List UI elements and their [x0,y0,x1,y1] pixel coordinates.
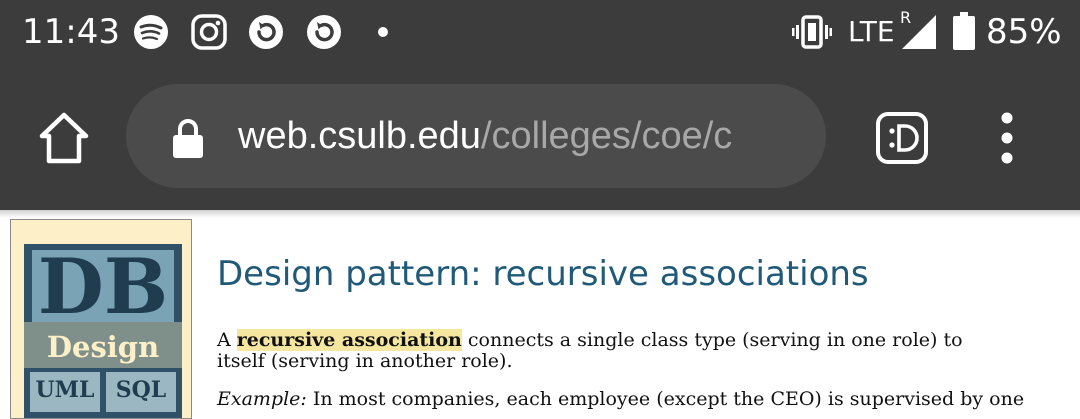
logo-design: Design [47,330,159,364]
logo-sql: SQL [116,377,167,403]
sync-icon [307,15,341,49]
vibrate-icon [792,15,832,49]
signal-icon [902,15,936,49]
url-domain: web.csulb.edu [238,115,481,157]
sync-icon [249,15,283,49]
db-design-logo: DB Design UML SQL [10,219,192,419]
page-title: Design pattern: recursive associations [217,254,869,294]
intro-paragraph: A recursive association connects a singl… [217,329,987,372]
highlighted-term: recursive association [236,329,462,351]
toolbar-shadow [0,210,1080,218]
network-type: LTE [848,15,895,48]
url-text[interactable]: web.csulb.edu/colleges/coe/c [238,110,804,162]
home-icon[interactable] [36,110,92,166]
battery-icon [953,12,975,50]
logo-artwork: DB Design UML SQL [24,242,182,418]
more-vert-icon[interactable] [990,110,1024,166]
logo-db: DB [38,242,168,331]
status-time: 11:43 [22,12,120,52]
para2-rest: In most companies, each employee (except… [306,388,1025,410]
url-path: /colleges/coe/c [480,115,733,157]
extension-icon[interactable] [876,112,928,164]
logo-uml: UML [35,377,94,403]
instagram-icon [191,14,227,50]
dot-icon [378,27,388,37]
para1-prefix: A [217,329,237,351]
spotify-icon [134,15,168,49]
browser-toolbar: web.csulb.edu/colleges/coe/c [0,66,1080,210]
address-bar[interactable]: web.csulb.edu/colleges/coe/c [126,84,826,188]
example-paragraph: Example: In most companies, each employe… [217,388,1024,410]
lock-icon [173,119,203,158]
example-label: Example: [217,388,307,410]
battery-percent: 85% [986,12,1062,52]
status-bar: 11:43 LTE R 85% [0,0,1080,66]
